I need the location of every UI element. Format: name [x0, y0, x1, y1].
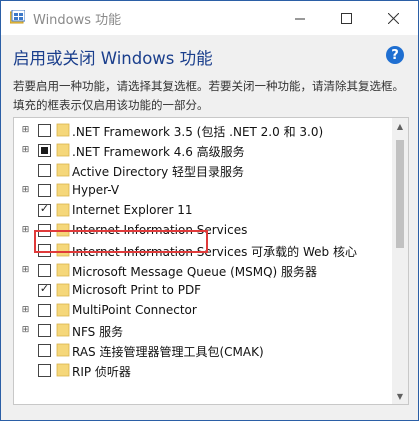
feature-label: Internet Explorer 11: [72, 203, 193, 217]
scroll-up-icon[interactable]: ▲: [392, 118, 408, 134]
maximize-button[interactable]: [323, 1, 369, 35]
feature-checkbox[interactable]: [38, 164, 51, 177]
feature-checkbox[interactable]: [38, 364, 51, 377]
folder-icon: [56, 263, 70, 277]
no-expand-spacer: [21, 166, 30, 175]
close-button[interactable]: [370, 1, 416, 35]
expand-icon[interactable]: ⊞: [21, 126, 30, 135]
feature-row[interactable]: Active Directory 轻型目录服务: [14, 161, 392, 181]
scrollbar-thumb[interactable]: [396, 140, 404, 248]
dialog-description: 若要启用一种功能，请选择其复选框。若要关闭一种功能，请清除其复选框。填充的框表示…: [13, 79, 404, 112]
feature-label: RAS 连接管理器管理工具包(CMAK): [72, 345, 264, 359]
folder-icon: [56, 363, 70, 377]
feature-label: Active Directory 轻型目录服务: [72, 165, 245, 179]
features-tree: ⊞ .NET Framework 3.5 (包括 .NET 2.0 和 3.0) ⊞…: [13, 117, 409, 405]
vertical-scrollbar[interactable]: ▲ ▼: [392, 118, 408, 404]
feature-row[interactable]: RIP 侦听器: [14, 361, 392, 381]
expand-icon[interactable]: ⊞: [21, 186, 30, 195]
expand-icon[interactable]: ⊞: [21, 306, 30, 315]
help-icon[interactable]: ?: [386, 46, 404, 64]
feature-row[interactable]: ⊞ MultiPoint Connector: [14, 301, 392, 321]
feature-label: .NET Framework 3.5 (包括 .NET 2.0 和 3.0): [72, 125, 324, 139]
expand-icon[interactable]: ⊞: [21, 226, 30, 235]
folder-icon: [56, 343, 70, 357]
feature-checkbox[interactable]: [38, 304, 51, 317]
title-bar[interactable]: Windows 功能: [1, 1, 418, 35]
feature-label: MultiPoint Connector: [72, 303, 197, 317]
expand-icon[interactable]: ⊞: [21, 146, 30, 155]
folder-icon: [56, 143, 70, 157]
feature-label: RIP 侦听器: [72, 365, 131, 379]
window-title: Windows 功能: [33, 13, 122, 28]
feature-checkbox[interactable]: ✓: [38, 282, 51, 297]
no-expand-spacer: [21, 346, 30, 355]
feature-label: Microsoft Message Queue (MSMQ) 服务器: [72, 265, 318, 279]
close-icon: [387, 12, 399, 24]
maximize-icon: [340, 12, 352, 24]
feature-checkbox[interactable]: [38, 124, 51, 137]
scroll-down-icon[interactable]: ▼: [392, 388, 408, 404]
feature-row[interactable]: ✓ Internet Explorer 11: [14, 201, 392, 221]
folder-icon: [56, 323, 70, 337]
folder-icon: [56, 183, 70, 197]
no-expand-spacer: [21, 366, 30, 375]
feature-checkbox[interactable]: ✓: [38, 202, 51, 217]
folder-icon: [56, 203, 70, 217]
no-expand-spacer: [21, 246, 30, 255]
checkmark-icon: ✓: [39, 282, 50, 295]
feature-label: Hyper-V: [72, 183, 120, 197]
feature-checkbox[interactable]: [38, 184, 51, 197]
windows-features-app-icon: [10, 10, 25, 24]
checkmark-icon: ✓: [39, 202, 50, 215]
folder-icon: [56, 303, 70, 317]
feature-row[interactable]: RAS 连接管理器管理工具包(CMAK): [14, 341, 392, 361]
folder-icon: [56, 163, 70, 177]
feature-checkbox[interactable]: [38, 344, 51, 357]
feature-row[interactable]: ⊞ .NET Framework 3.5 (包括 .NET 2.0 和 3.0): [14, 121, 392, 141]
no-expand-spacer: [21, 286, 30, 295]
feature-row[interactable]: ⊞ NFS 服务: [14, 321, 392, 341]
windows-features-dialog: Windows 功能 启用或关闭 Windows 功能 ? 若要启用一种功能，请…: [0, 0, 419, 421]
feature-checkbox[interactable]: [38, 144, 51, 157]
feature-checkbox[interactable]: [38, 324, 51, 337]
feature-checkbox[interactable]: [38, 264, 51, 277]
feature-label: Microsoft Print to PDF: [72, 283, 202, 297]
dialog-body: 启用或关闭 Windows 功能 ? 若要启用一种功能，请选择其复选框。若要关闭…: [1, 35, 418, 420]
feature-label: .NET Framework 4.6 高级服务: [72, 145, 245, 159]
expand-icon[interactable]: ⊞: [21, 326, 30, 335]
expand-icon[interactable]: ⊞: [21, 266, 30, 275]
feature-row[interactable]: ⊞ Hyper-V: [14, 181, 392, 201]
folder-icon: [56, 283, 70, 297]
dialog-heading: 启用或关闭 Windows 功能: [13, 49, 213, 68]
feature-row[interactable]: ⊞ Microsoft Message Queue (MSMQ) 服务器: [14, 261, 392, 281]
no-expand-spacer: [21, 206, 30, 215]
feature-row[interactable]: ✓ Microsoft Print to PDF: [14, 281, 392, 301]
folder-icon: [56, 123, 70, 137]
partial-check-icon: [41, 147, 48, 154]
selection-highlight: [34, 230, 208, 253]
minimize-icon: [294, 18, 305, 19]
feature-label: NFS 服务: [72, 325, 124, 339]
feature-row[interactable]: ⊞ .NET Framework 4.6 高级服务: [14, 141, 392, 161]
minimize-button[interactable]: [277, 1, 323, 35]
